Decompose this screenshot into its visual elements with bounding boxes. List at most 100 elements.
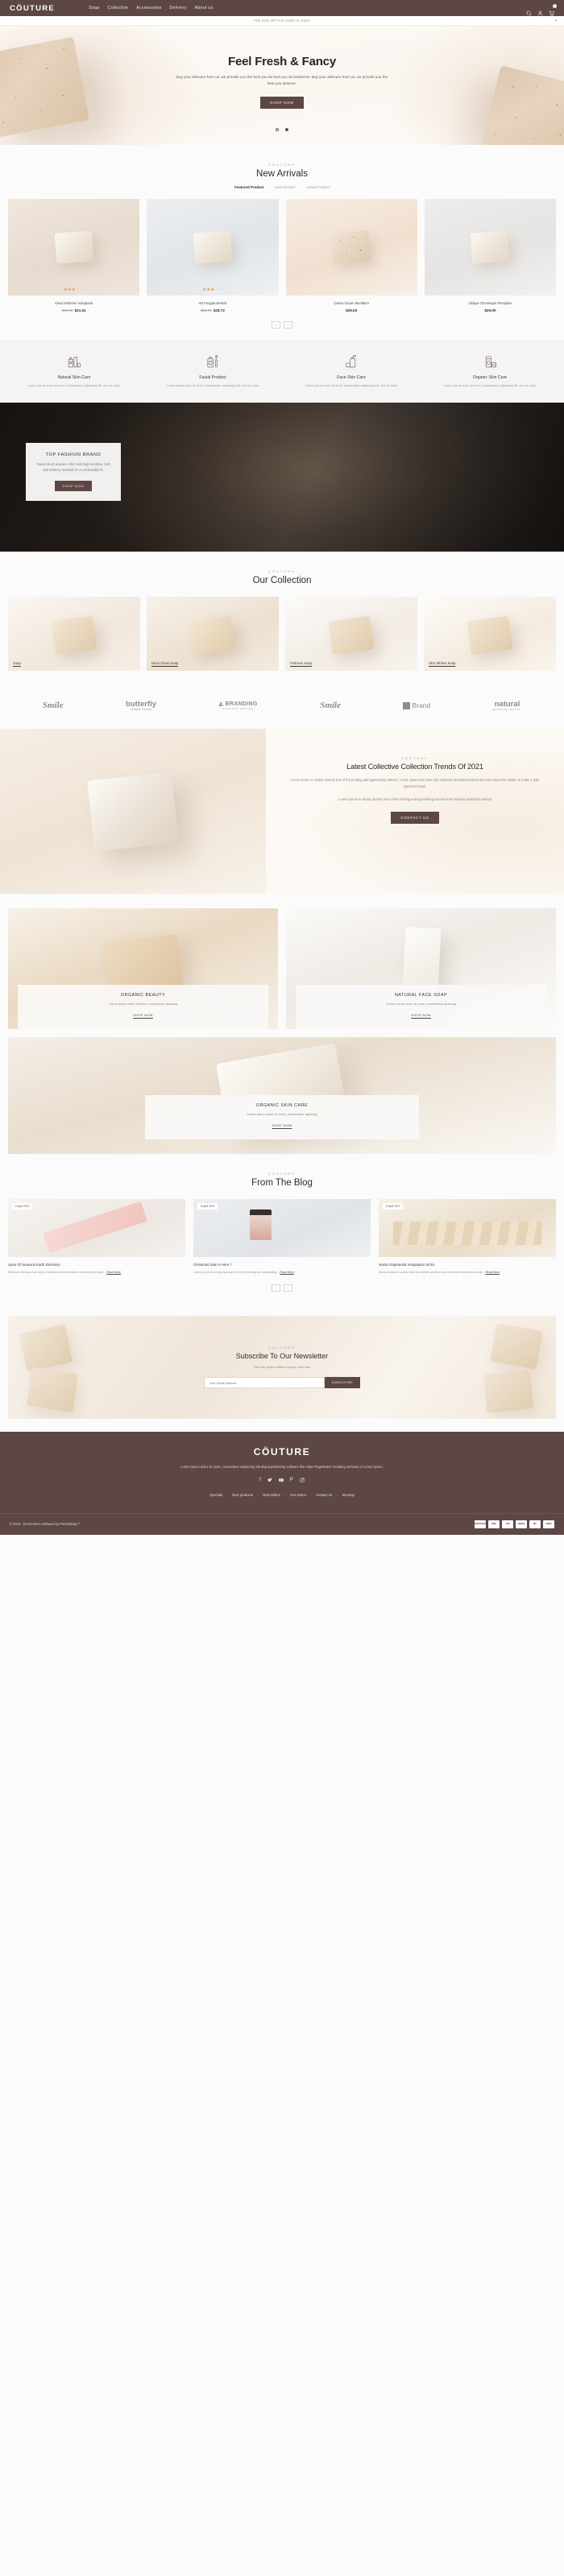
collection-card[interactable]: Deep Clean Soap	[147, 597, 279, 672]
page-root: CÖUTURE Soap Collection Accessories Deli…	[0, 0, 564, 1535]
cart-icon[interactable]: 0	[549, 3, 557, 16]
collection-card[interactable]: Skin Whiten Soap	[424, 597, 556, 672]
product-card[interactable]: Ubique Omnesque Percipitur $29.00	[424, 199, 556, 312]
promo-desc: Faded short sleeves t-shirt with high ne…	[36, 462, 110, 473]
close-icon[interactable]: ✕	[554, 19, 558, 23]
site-logo[interactable]: CÖUTURE	[10, 4, 55, 13]
product-name[interactable]: Ubique Omnesque Percipitur	[425, 301, 556, 305]
service-item-organic-skin-care[interactable]: Organic Skin Care Lorem ipsum dolor sit …	[422, 353, 558, 388]
nav-item-accessories[interactable]: Accessories	[136, 6, 161, 10]
service-item-facial-product[interactable]: Facial Product Lorem ipsum dolor sit ame…	[145, 353, 280, 388]
service-item-natural-skin-care[interactable]: Natural Skin Care Lorem ipsum dolor sit …	[6, 353, 142, 388]
logo-smile-1[interactable]: Smile	[43, 701, 64, 710]
blog-post-image[interactable]: 8 April 2022	[379, 1199, 556, 1258]
product-current-price: $29.00	[346, 308, 358, 312]
logo-butterfly-tagline: creative beauty	[130, 708, 152, 712]
promo-shop-now-link[interactable]: SHOP NOW	[133, 1013, 153, 1017]
paypal-card-icon: PayPal	[516, 1520, 527, 1528]
collection-label[interactable]: Soap	[13, 661, 21, 665]
logo-branding[interactable]: ◭ BRANDING CLASSIC DESIGN	[219, 701, 258, 710]
chevron-right-icon[interactable]: ›	[284, 321, 292, 329]
collection-label[interactable]: Deep Clean Soap	[151, 661, 178, 665]
footer-link-contact-us[interactable]: Contact us	[316, 1493, 332, 1497]
blog-post-title[interactable]: Upon Of Seasons Earth Dominion	[8, 1263, 185, 1267]
logo-brand[interactable]: Brand	[403, 701, 430, 709]
collection-card[interactable]: Soap	[8, 597, 140, 672]
service-desc: Lorem ipsum dolor sit amet, consectetur …	[305, 384, 398, 387]
carousel-dot-2[interactable]	[285, 128, 289, 131]
blog-post-card[interactable]: 8 April 2022 Upon Of Seasons Earth Domin…	[8, 1199, 185, 1275]
twitter-icon[interactable]	[267, 1478, 272, 1484]
blog-post-card[interactable]: 8 April 2022 Nostro Expetenda Voluptatum…	[379, 1199, 556, 1275]
brand-square-icon	[403, 701, 411, 709]
nav-item-delivery[interactable]: Delivery	[169, 6, 186, 10]
product-price: $29.00	[286, 308, 417, 312]
logo-smile-2[interactable]: Smile	[320, 701, 341, 710]
product-name[interactable]: Vis Feugiat Delenit	[147, 301, 278, 305]
promo-shop-now-link[interactable]: SHOP NOW	[411, 1013, 431, 1017]
product-old-price: $35.90	[200, 308, 212, 312]
wide-promo-shop-now-link[interactable]: SHOP NOW	[272, 1123, 292, 1127]
collection-card[interactable]: Fairness Soap	[285, 597, 417, 672]
services-section: Natural Skin Care Lorem ipsum dolor sit …	[0, 340, 564, 403]
tab-latest-product[interactable]: Latest Product	[307, 185, 330, 189]
nav-item-about-us[interactable]: About us	[195, 6, 214, 10]
product-image[interactable]	[285, 199, 417, 296]
service-item-face-skin-care[interactable]: Face Skin Care Lorem ipsum dolor sit ame…	[284, 353, 419, 388]
product-image[interactable]: ★★★☆☆	[8, 199, 140, 296]
chevron-left-icon[interactable]: ‹	[272, 321, 280, 329]
blog-post-date: 8 April 2022	[197, 1203, 218, 1210]
footer-link-specials[interactable]: Specials	[209, 1493, 222, 1497]
promo-card-organic-beauty[interactable]: ORGANIC BEAUTY Lorem ipsum dolor sit ame…	[8, 908, 278, 1030]
promo-shop-now-button[interactable]: SHOP NOW	[55, 481, 92, 492]
social-links: f P	[0, 1478, 564, 1484]
blog-read-more-link[interactable]: Read More	[280, 1271, 294, 1274]
footer-link-our-stores[interactable]: Our stores	[290, 1493, 306, 1497]
carousel-dot-1[interactable]	[275, 128, 279, 131]
logo-branding-tagline: CLASSIC DESIGN	[222, 708, 255, 711]
product-image[interactable]	[424, 199, 556, 296]
user-icon[interactable]	[537, 6, 543, 16]
collection-label[interactable]: Skin Whiten Soap	[429, 661, 455, 665]
wide-promo-organic-skin-care[interactable]: ORGANIC SKIN CARE Lorem ipsum dolor sit …	[8, 1037, 556, 1155]
hero-shop-now-button[interactable]: SHOP NOW	[260, 97, 304, 110]
blog-read-more-link[interactable]: Read More	[485, 1271, 500, 1274]
product-name[interactable]: Omnis Dicam Mentitum	[286, 301, 417, 305]
logo-butterfly[interactable]: butterfly creative beauty	[126, 699, 157, 712]
nav-item-collection[interactable]: Collection	[107, 6, 128, 10]
blog-post-title[interactable]: Nostro Expetenda Voluptatum Sit Ex	[379, 1263, 556, 1267]
nav-item-soap[interactable]: Soap	[89, 6, 99, 10]
collection-label[interactable]: Fairness Soap	[290, 661, 312, 665]
product-name[interactable]: Simul Dolorem Voluptaria	[8, 301, 139, 305]
blog-post-card[interactable]: 8 April 2022 Christmas Sale Is Here 7 Lo…	[193, 1199, 371, 1275]
blog-post-title[interactable]: Christmas Sale Is Here 7	[193, 1263, 371, 1267]
promo-card-natural-face-soap[interactable]: NATURAL FACE SOAP Lorem ipsum dolor sit …	[286, 908, 556, 1030]
rating-stars: ★★★☆☆	[202, 287, 223, 292]
newsletter-email-input[interactable]	[203, 1377, 325, 1389]
newsletter-subscribe-button[interactable]: SUBSCRIBE	[324, 1377, 361, 1389]
chevron-left-icon[interactable]: ‹	[272, 1284, 280, 1292]
logo-natural[interactable]: natural MINERAL WATER	[493, 700, 522, 711]
footer-link-best-sellers[interactable]: Best sellers	[263, 1493, 280, 1497]
tab-new-product[interactable]: New Product	[275, 185, 295, 189]
youtube-icon[interactable]	[279, 1478, 284, 1484]
contact-us-button[interactable]: CONTACT US	[391, 812, 439, 825]
pinterest-icon[interactable]: P	[290, 1478, 293, 1484]
blog-post-image[interactable]: 8 April 2022	[8, 1199, 185, 1258]
logo-butterfly-name: butterfly	[126, 699, 157, 709]
footer-link-sitemap[interactable]: Sitemap	[342, 1493, 355, 1497]
blog-read-more-link[interactable]: Read More	[106, 1271, 121, 1274]
blog-post-image[interactable]: 8 April 2022	[193, 1199, 371, 1258]
cart-count-badge: 0	[553, 3, 557, 8]
chevron-right-icon[interactable]: ›	[284, 1284, 292, 1292]
tab-featured-product[interactable]: Featured Product	[234, 185, 263, 189]
instagram-icon[interactable]	[300, 1478, 305, 1484]
product-card[interactable]: ★★★☆☆ Simul Dolorem Voluptaria $23.90 $21…	[8, 199, 140, 312]
facebook-icon[interactable]: f	[259, 1478, 261, 1484]
discover-card-icon: DISCOVER	[475, 1520, 486, 1528]
search-icon[interactable]	[526, 6, 532, 16]
product-card[interactable]: Omnis Dicam Mentitum $29.00	[285, 199, 417, 312]
footer-link-new-products[interactable]: New products	[232, 1493, 253, 1497]
product-card[interactable]: ★★★☆☆ Vis Feugiat Delenit $35.90 $28.72	[147, 199, 279, 312]
product-image[interactable]: ★★★☆☆	[147, 199, 279, 296]
